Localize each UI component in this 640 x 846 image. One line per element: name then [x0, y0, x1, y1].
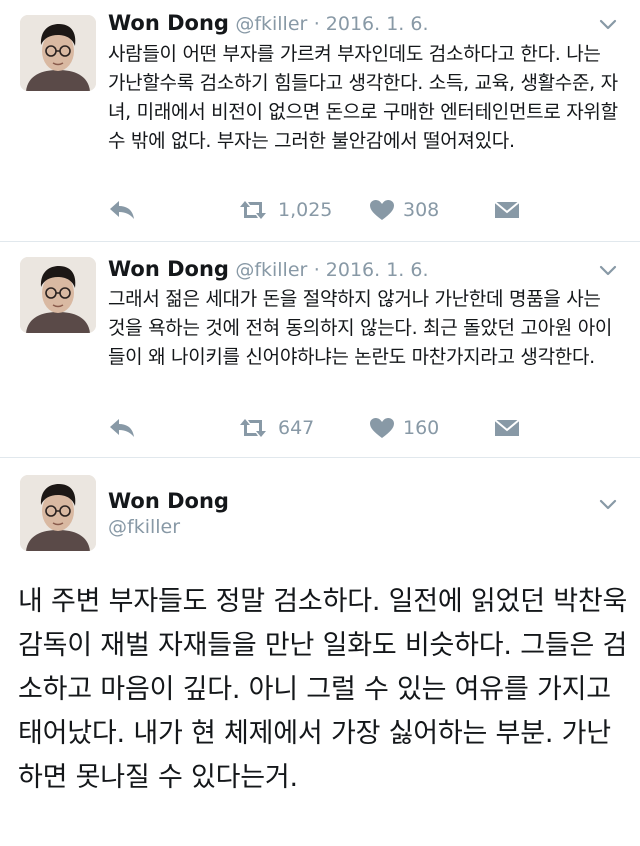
like-button[interactable]: 160 [369, 413, 439, 443]
avatar[interactable] [20, 15, 96, 91]
avatar[interactable] [20, 475, 96, 551]
tweet-actions: 1,025 308 [108, 195, 528, 225]
retweet-button[interactable]: 1,025 [236, 195, 332, 225]
reply-arrow-icon [110, 419, 134, 437]
tweet-1[interactable]: Won Dong @fkiller · 2016. 1. 6. 사람들이 어떤 … [0, 0, 640, 240]
heart-icon [370, 200, 394, 220]
tweet-text: 그래서 젊은 세대가 돈을 절약하지 않거나 가난한데 명품을 사는 것을 욕하… [108, 288, 613, 368]
tweet-text: 사람들이 어떤 부자를 가르켜 부자인데도 검소하다고 한다. 나는 가난할수록… [108, 43, 618, 152]
tweet-header: Won Dong @fkiller · 2016. 1. 6. [108, 10, 429, 37]
chevron-down-icon[interactable] [598, 498, 618, 512]
timestamp[interactable]: · 2016. 1. 6. [314, 259, 429, 281]
dm-button[interactable] [494, 195, 520, 225]
chevron-down-icon[interactable] [598, 18, 618, 32]
display-name[interactable]: Won Dong [108, 11, 229, 35]
tweet-header: Won Dong @fkiller · 2016. 1. 6. [108, 256, 429, 283]
like-count: 160 [403, 417, 440, 439]
heart-icon [370, 418, 394, 438]
envelope-icon [494, 419, 520, 436]
retweet-button[interactable]: 647 [236, 413, 314, 443]
like-count: 308 [403, 199, 440, 221]
reply-button[interactable] [108, 195, 136, 225]
tweet-2[interactable]: Won Dong @fkiller · 2016. 1. 6. 그래서 젊은 세… [0, 242, 640, 457]
dm-button[interactable] [494, 413, 520, 443]
retweet-count: 647 [278, 417, 315, 439]
handle[interactable]: @fkiller [108, 516, 180, 538]
reply-button[interactable] [108, 413, 136, 443]
display-name[interactable]: Won Dong [108, 489, 229, 513]
like-button[interactable]: 308 [369, 195, 439, 225]
retweet-icon [240, 201, 266, 219]
envelope-icon [494, 201, 520, 218]
chevron-down-icon[interactable] [598, 264, 618, 278]
retweet-count: 1,025 [278, 199, 333, 221]
reply-arrow-icon [110, 201, 134, 219]
display-name[interactable]: Won Dong [108, 257, 229, 281]
handle[interactable]: @fkiller [235, 259, 307, 281]
handle[interactable]: @fkiller [235, 13, 307, 35]
main-tweet[interactable]: Won Dong @fkiller 내 주변 부자들도 정말 검소하다. 일전에… [0, 458, 640, 846]
timestamp[interactable]: · 2016. 1. 6. [314, 13, 429, 35]
tweet-actions: 647 160 [108, 413, 528, 443]
main-tweet-text: 내 주변 부자들도 정말 검소하다. 일전에 읽었던 박찬욱 감독이 재벌 자재… [18, 586, 628, 793]
avatar[interactable] [20, 257, 96, 333]
retweet-icon [240, 419, 266, 437]
